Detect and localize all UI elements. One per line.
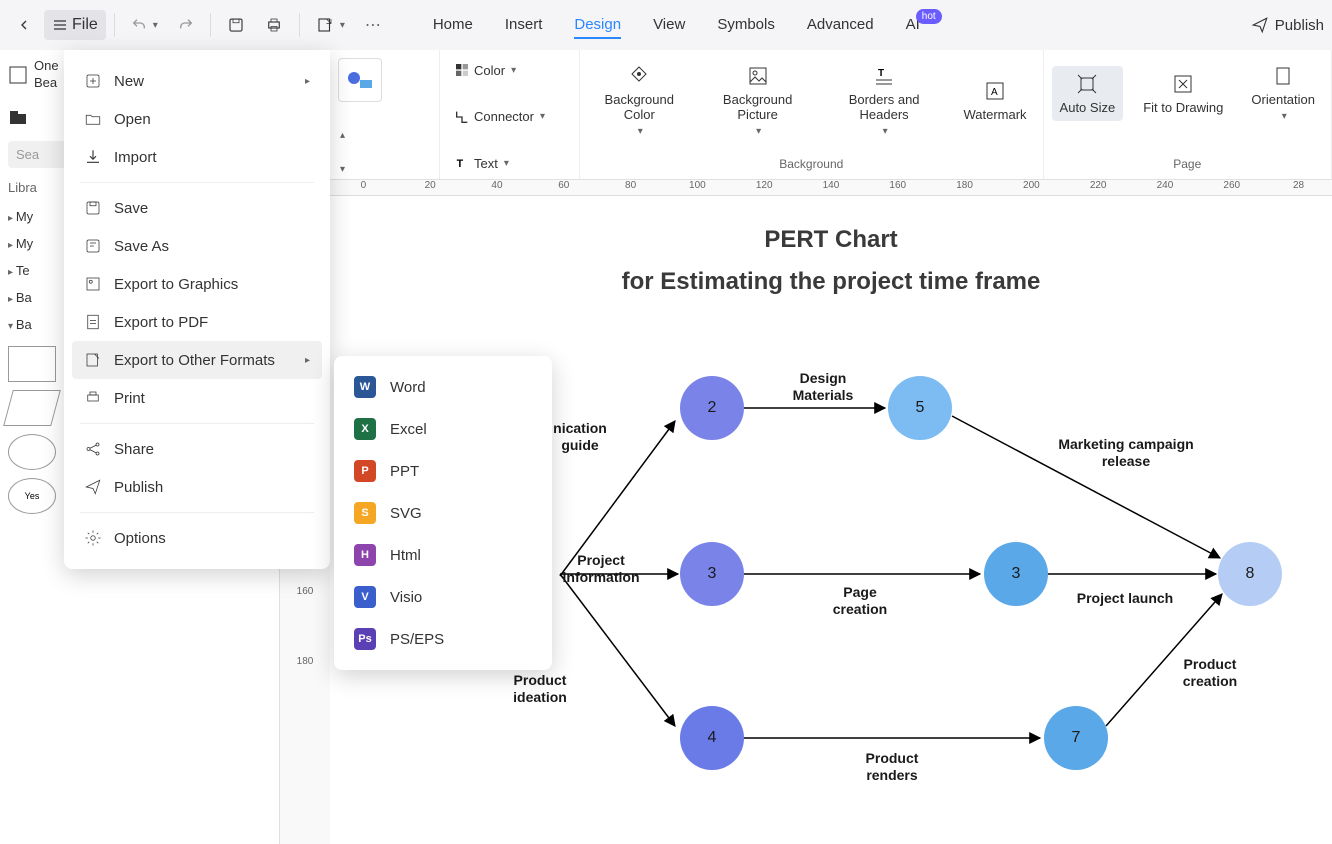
pert-node-4[interactable]: 4 xyxy=(680,706,744,770)
tab-insert[interactable]: Insert xyxy=(505,12,543,39)
top-toolbar: File ▾ ▾ ⋯ Home Insert Design View Symbo… xyxy=(0,0,1332,50)
watermark-button[interactable]: AWatermark xyxy=(955,73,1034,128)
doc-name-line1: One xyxy=(34,58,59,75)
folder-icon[interactable] xyxy=(8,108,28,128)
export-button[interactable]: ▾ xyxy=(308,10,353,40)
tab-view[interactable]: View xyxy=(653,12,685,39)
file-menu-button[interactable]: File xyxy=(44,10,106,40)
menu-share[interactable]: Share xyxy=(72,430,322,468)
submenu-pseps[interactable]: PsPS/EPS xyxy=(342,618,544,660)
label-prodidea: Product ideation xyxy=(500,672,580,706)
chart-title: PERT Chart xyxy=(330,226,1332,254)
print-button[interactable] xyxy=(257,10,291,40)
svg-text:T: T xyxy=(457,158,464,170)
menu-open[interactable]: Open xyxy=(72,100,322,138)
connector-dropdown[interactable]: Connector▾ xyxy=(448,105,571,129)
tab-design[interactable]: Design xyxy=(574,12,621,39)
menu-new[interactable]: New▸ xyxy=(72,62,322,100)
tab-advanced[interactable]: Advanced xyxy=(807,12,874,39)
back-button[interactable] xyxy=(8,11,40,39)
label-prodcreate: Product creation xyxy=(1170,656,1250,690)
svg-text:T: T xyxy=(878,68,884,79)
menu-publish[interactable]: Publish xyxy=(72,468,322,506)
tab-ai[interactable]: AIhot xyxy=(906,12,946,39)
text-dropdown[interactable]: TText▾ xyxy=(448,151,571,175)
submenu-word[interactable]: WWord xyxy=(342,366,544,408)
chart-subtitle: for Estimating the project time frame xyxy=(330,268,1332,296)
submenu-visio[interactable]: VVisio xyxy=(342,576,544,618)
menu-export-other[interactable]: Export to Other Formats▸ xyxy=(72,341,322,379)
document-icon xyxy=(8,65,28,85)
group-page-label: Page xyxy=(1052,153,1323,175)
export-submenu: WWord XExcel PPPT SSVG HHtml VVisio PsPS… xyxy=(334,356,552,670)
color-dropdown[interactable]: Color▾ xyxy=(448,58,571,82)
bg-color-button[interactable]: Background Color▾ xyxy=(588,58,690,143)
undo-button[interactable]: ▾ xyxy=(123,11,166,39)
file-label: File xyxy=(72,16,98,34)
shape-rect[interactable] xyxy=(8,346,56,382)
file-menu: New▸ Open Import Save Save As Export to … xyxy=(64,50,330,569)
label-pagecreate: Page creation xyxy=(820,584,900,618)
shape-ellipse[interactable] xyxy=(8,434,56,470)
menu-save[interactable]: Save xyxy=(72,189,322,227)
pert-node-2[interactable]: 2 xyxy=(680,376,744,440)
svg-text:A: A xyxy=(991,87,998,98)
pert-node-5[interactable]: 5 xyxy=(888,376,952,440)
shape-yes[interactable]: Yes xyxy=(8,478,56,514)
theme-preview[interactable] xyxy=(338,58,382,102)
tab-home[interactable]: Home xyxy=(433,12,473,39)
autosize-button[interactable]: Auto Size xyxy=(1052,66,1124,121)
tab-symbols[interactable]: Symbols xyxy=(717,12,775,39)
label-prodrender: Product renders xyxy=(852,750,932,784)
pert-node-8[interactable]: 8 xyxy=(1218,542,1282,606)
pert-node-3a[interactable]: 3 xyxy=(680,542,744,606)
pert-node-3b[interactable]: 3 xyxy=(984,542,1048,606)
menu-export-graphics[interactable]: Export to Graphics xyxy=(72,265,322,303)
save-button[interactable] xyxy=(219,10,253,40)
publish-button[interactable]: Publish xyxy=(1251,16,1324,34)
redo-button[interactable] xyxy=(170,11,202,39)
label-comm: nication guide xyxy=(540,420,620,454)
shape-parallelogram[interactable] xyxy=(3,390,61,426)
bg-picture-button[interactable]: Background Picture▾ xyxy=(702,58,812,143)
horizontal-ruler: 02040608010012014016018020022024026028 xyxy=(330,180,1332,196)
orientation-button[interactable]: Orientation▾ xyxy=(1243,58,1323,128)
menu-export-pdf[interactable]: Export to PDF xyxy=(72,303,322,341)
submenu-svg[interactable]: SSVG xyxy=(342,492,544,534)
label-marketing: Marketing campaign release xyxy=(1046,436,1206,470)
main-tabs: Home Insert Design View Symbols Advanced… xyxy=(433,12,946,39)
fit-drawing-button[interactable]: Fit to Drawing xyxy=(1135,66,1231,121)
label-projinfo: Project information xyxy=(556,552,646,586)
group-background-label: Background xyxy=(588,153,1035,175)
label-design: Design Materials xyxy=(778,370,868,404)
submenu-html[interactable]: HHtml xyxy=(342,534,544,576)
submenu-excel[interactable]: XExcel xyxy=(342,408,544,450)
menu-import[interactable]: Import xyxy=(72,138,322,176)
borders-headers-button[interactable]: TBorders and Headers▾ xyxy=(825,58,944,143)
doc-name-line2: Bea xyxy=(34,75,59,92)
label-projlaunch: Project launch xyxy=(1070,590,1180,607)
submenu-ppt[interactable]: PPPT xyxy=(342,450,544,492)
more-button[interactable]: ⋯ xyxy=(357,9,389,41)
menu-print[interactable]: Print xyxy=(72,379,322,417)
pert-node-7[interactable]: 7 xyxy=(1044,706,1108,770)
hot-badge: hot xyxy=(916,9,942,24)
menu-saveas[interactable]: Save As xyxy=(72,227,322,265)
menu-options[interactable]: Options xyxy=(72,519,322,557)
